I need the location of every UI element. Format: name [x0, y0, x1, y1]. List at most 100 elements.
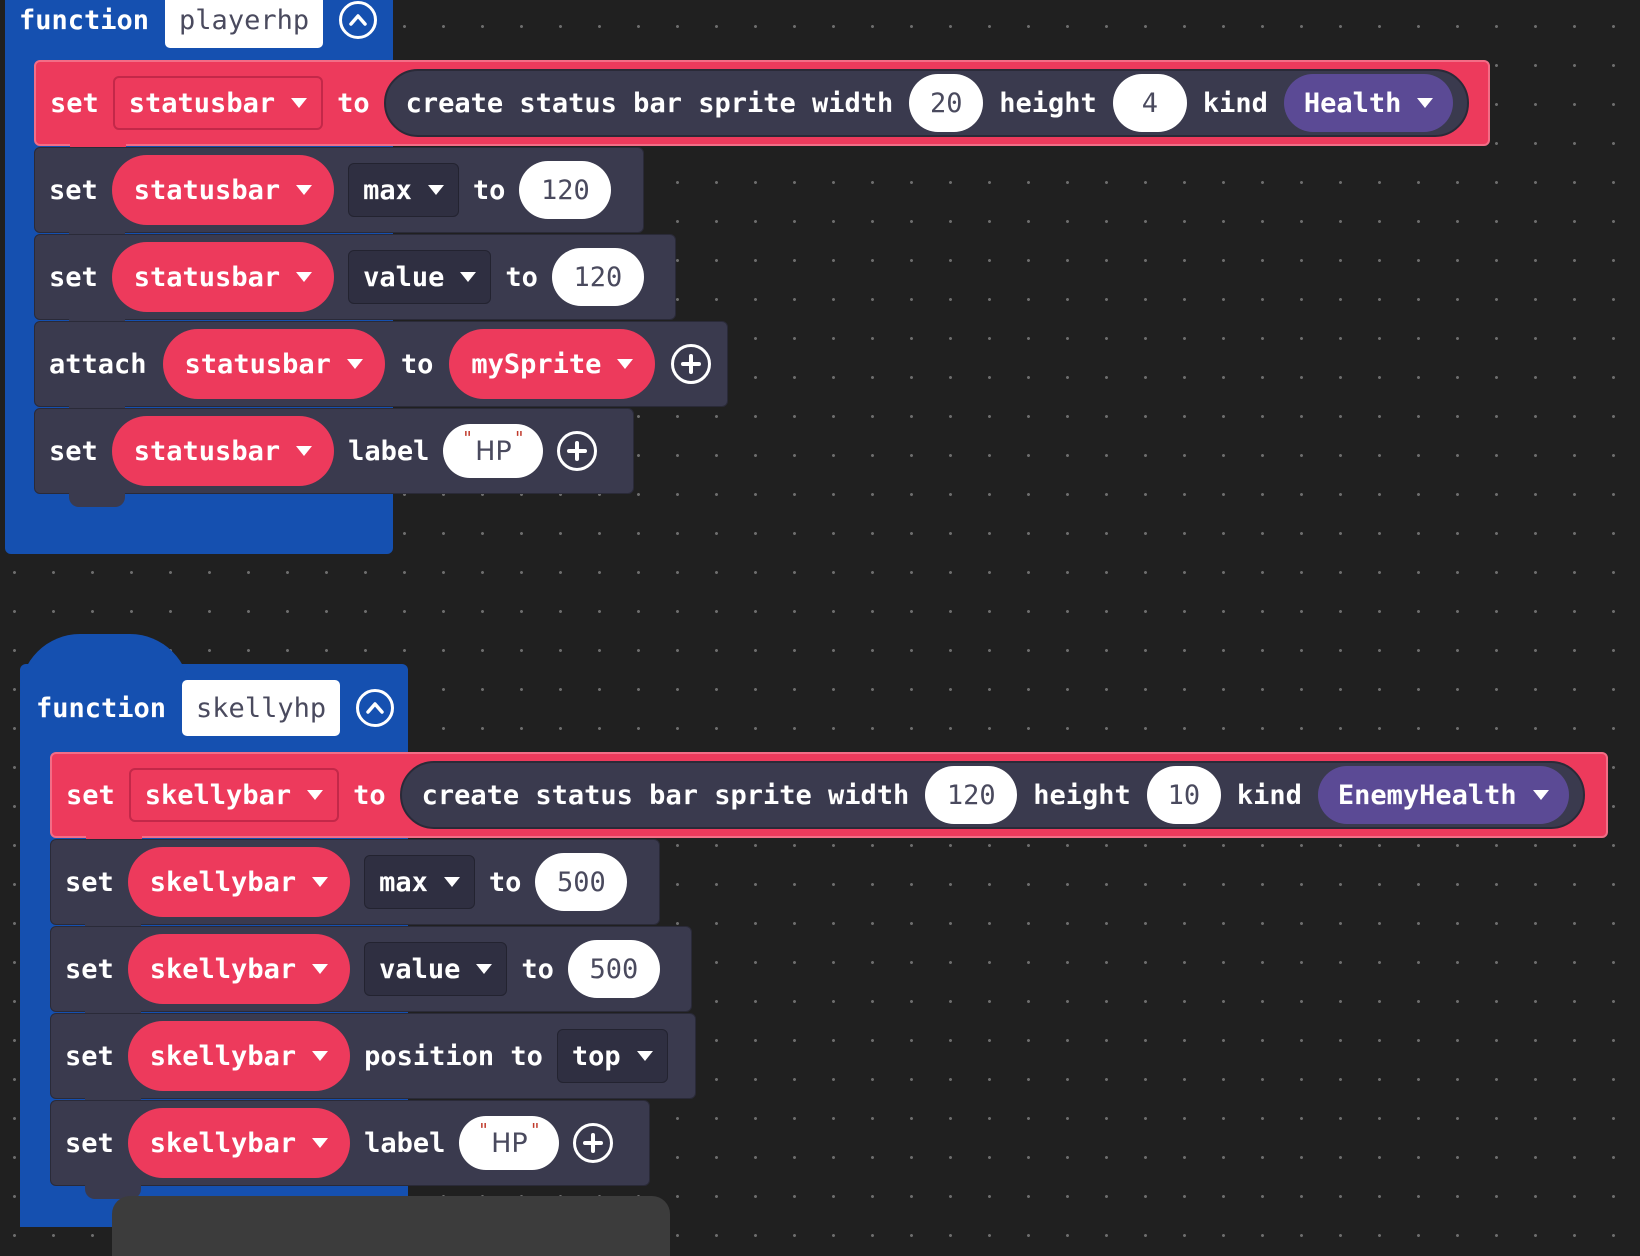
- max-value-input[interactable]: 500: [535, 853, 628, 911]
- variable-dropdown[interactable]: skellybar: [127, 934, 351, 1004]
- to-label: to: [337, 87, 370, 119]
- property-dropdown[interactable]: max: [364, 855, 475, 909]
- block-notch: [69, 491, 125, 507]
- label-text: HP: [475, 435, 512, 467]
- add-plus-icon[interactable]: [671, 344, 712, 384]
- add-plus-icon[interactable]: [557, 431, 598, 471]
- set-value-block[interactable]: set statusbar value to 120: [34, 234, 676, 333]
- to-label: to: [400, 348, 434, 380]
- set-max-block[interactable]: set statusbar max to 120: [34, 147, 644, 246]
- height-input[interactable]: 10: [1146, 766, 1221, 824]
- sprite-dropdown[interactable]: mySprite: [449, 329, 656, 399]
- set-max-block[interactable]: set skellybar max to 500: [50, 839, 660, 938]
- dropdown-triangle-icon: [296, 272, 313, 282]
- create-status-bar-text: create status bar sprite width: [421, 779, 910, 811]
- create-status-bar-reporter[interactable]: create status bar sprite width 20 height…: [383, 69, 1470, 137]
- function-name-field[interactable]: skellyhp: [182, 680, 341, 736]
- property-name: value: [379, 953, 461, 985]
- property-dropdown[interactable]: value: [348, 250, 492, 304]
- set-label: set: [65, 1127, 114, 1159]
- dropdown-triangle-icon: [1417, 98, 1434, 108]
- dropdown-triangle-icon: [1532, 790, 1549, 800]
- dropdown-triangle-icon: [443, 877, 460, 887]
- dropdown-triangle-icon: [617, 359, 634, 369]
- variable-name: skellybar: [149, 953, 297, 985]
- attach-block[interactable]: attach statusbar to mySprite: [34, 321, 728, 420]
- value-input[interactable]: 120: [551, 248, 644, 306]
- dropdown-triangle-icon: [346, 359, 363, 369]
- dropdown-triangle-icon: [460, 272, 477, 282]
- position-value: top: [571, 1040, 621, 1072]
- set-value-block[interactable]: set skellybar value to 500: [50, 926, 692, 1025]
- variable-dropdown[interactable]: statusbar: [162, 329, 385, 399]
- set-label: set: [65, 1040, 114, 1072]
- label-keyword: label: [348, 435, 430, 467]
- label-text: HP: [491, 1127, 528, 1159]
- dropdown-triangle-icon: [312, 1051, 329, 1061]
- kind-dropdown[interactable]: Health: [1283, 74, 1454, 132]
- function-block-playerhp[interactable]: function playerhp set statusbar to creat…: [5, 0, 1490, 554]
- set-label: set: [65, 953, 114, 985]
- variable-dropdown[interactable]: statusbar: [111, 155, 335, 225]
- variable-dropdown[interactable]: statusbar: [111, 242, 335, 312]
- dropdown-triangle-icon: [427, 185, 444, 195]
- position-dropdown[interactable]: top: [556, 1029, 668, 1083]
- create-status-bar-block[interactable]: set statusbar to create status bar sprit…: [34, 60, 1490, 158]
- variable-name: statusbar: [133, 261, 281, 293]
- height-label: height: [1033, 779, 1131, 811]
- variable-name: skellybar: [144, 779, 292, 811]
- create-status-bar-reporter[interactable]: create status bar sprite width 120 heigh…: [399, 761, 1585, 829]
- function-keyword: function: [19, 4, 150, 36]
- dropdown-triangle-icon: [296, 446, 313, 456]
- set-label: set: [66, 779, 115, 811]
- dropdown-triangle-icon: [312, 964, 329, 974]
- kind-dropdown[interactable]: EnemyHealth: [1317, 766, 1569, 824]
- variable-name: skellybar: [149, 1127, 297, 1159]
- dropdown-triangle-icon: [307, 790, 324, 800]
- variable-dropdown[interactable]: skellybar: [127, 1108, 351, 1178]
- variable-name: statusbar: [133, 435, 281, 467]
- variable-dropdown[interactable]: statusbar: [112, 76, 324, 130]
- kind-value: Health: [1303, 87, 1402, 119]
- dropdown-triangle-icon: [636, 1051, 653, 1061]
- position-to-label: position to: [364, 1040, 543, 1072]
- set-label: set: [49, 174, 98, 206]
- function-header: function playerhp: [19, 0, 378, 50]
- collapse-chevron-up-icon[interactable]: [356, 689, 395, 727]
- width-input[interactable]: 120: [925, 766, 1018, 824]
- function-block-skellyhp[interactable]: function skellyhp set skellybar to creat…: [20, 634, 1608, 1227]
- create-status-bar-block[interactable]: set skellybar to create status bar sprit…: [50, 752, 1608, 850]
- height-input[interactable]: 4: [1112, 74, 1187, 132]
- max-value-input[interactable]: 120: [519, 161, 612, 219]
- to-label: to: [488, 866, 522, 898]
- set-position-block[interactable]: set skellybar position to top: [50, 1013, 696, 1112]
- kind-value: EnemyHealth: [1337, 779, 1517, 811]
- set-label: set: [49, 261, 98, 293]
- variable-name: skellybar: [149, 866, 297, 898]
- property-name: value: [363, 261, 445, 293]
- variable-dropdown[interactable]: statusbar: [111, 416, 335, 486]
- label-text-input[interactable]: " HP ": [459, 1116, 560, 1170]
- set-label-block[interactable]: set statusbar label " HP ": [34, 408, 634, 507]
- collapse-chevron-up-icon[interactable]: [339, 1, 378, 39]
- dropdown-triangle-icon: [312, 1138, 329, 1148]
- to-label: to: [521, 953, 554, 985]
- property-dropdown[interactable]: value: [364, 942, 508, 996]
- close-quote-icon: ": [515, 428, 524, 449]
- dropdown-triangle-icon: [291, 98, 308, 108]
- to-label: to: [505, 261, 538, 293]
- add-plus-icon[interactable]: [573, 1123, 614, 1163]
- function-name-field[interactable]: playerhp: [165, 0, 324, 48]
- value-input[interactable]: 500: [567, 940, 660, 998]
- set-label: set: [50, 87, 99, 119]
- attach-label: attach: [49, 348, 147, 380]
- set-label-block[interactable]: set skellybar label " HP ": [50, 1100, 650, 1199]
- width-input[interactable]: 20: [909, 74, 984, 132]
- variable-dropdown[interactable]: skellybar: [127, 1021, 351, 1091]
- variable-name: statusbar: [133, 174, 281, 206]
- property-dropdown[interactable]: max: [348, 163, 459, 217]
- kind-label: kind: [1236, 779, 1302, 811]
- variable-dropdown[interactable]: skellybar: [127, 847, 351, 917]
- label-text-input[interactable]: " HP ": [443, 424, 544, 478]
- variable-dropdown[interactable]: skellybar: [128, 768, 340, 822]
